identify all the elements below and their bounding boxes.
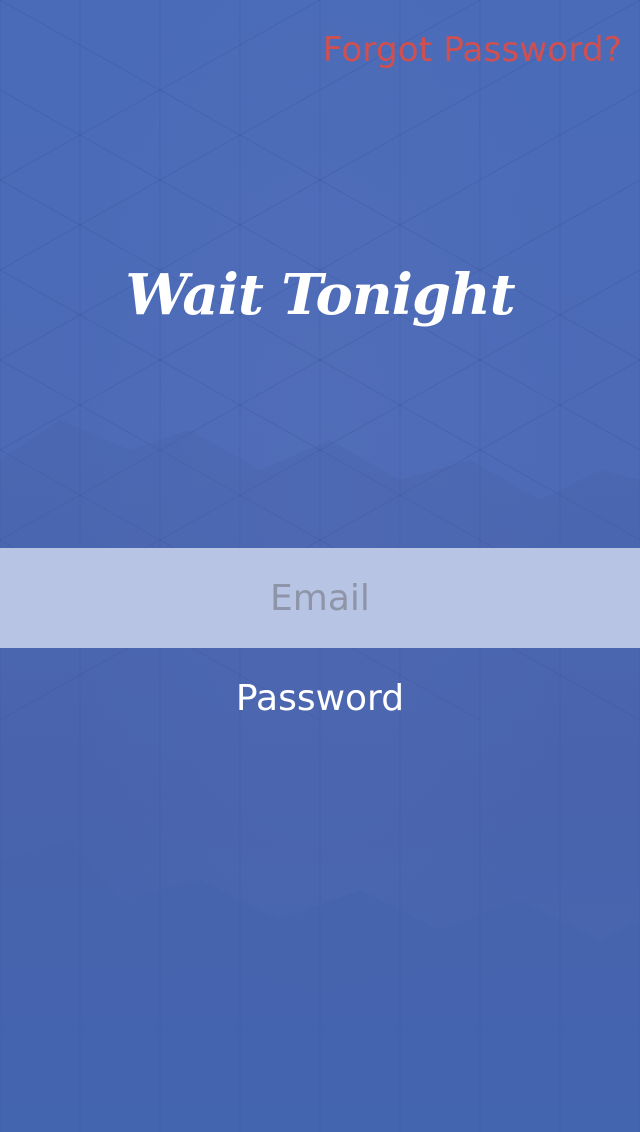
email-field[interactable] (0, 548, 640, 648)
password-field[interactable] (0, 648, 640, 748)
app-logo: Wait Tonight (125, 262, 515, 328)
forgot-password-link[interactable]: Forgot Password? (323, 30, 622, 70)
